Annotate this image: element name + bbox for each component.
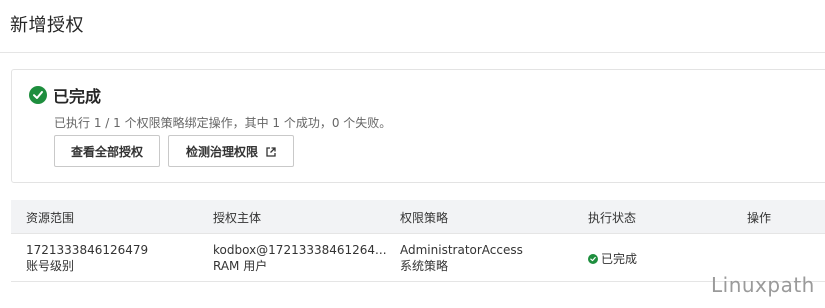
scope-level: 账号级别 [26, 259, 75, 273]
policy-cell: AdministratorAccess 系统策略 [400, 242, 523, 274]
check-governance-permissions-button[interactable]: 检测治理权限 [168, 135, 294, 167]
policy-type: 系统策略 [400, 259, 449, 273]
principal-type: RAM 用户 [213, 259, 268, 273]
page-header: 新增授权 [0, 0, 825, 53]
watermark: Linuxpath [711, 273, 815, 297]
view-all-button-label: 查看全部授权 [70, 144, 143, 159]
status-title: 已完成 [53, 87, 102, 106]
principal-name: kodbox@17213338461264... [213, 243, 387, 257]
state-label: 已完成 [601, 252, 638, 266]
state-cell: 已完成 [588, 250, 637, 267]
external-link-icon [266, 146, 276, 157]
page-title: 新增授权 [10, 15, 84, 36]
column-header-state: 执行状态 [588, 211, 637, 225]
result-card: 已完成 已执行 1 / 1 个权限策略绑定操作，其中 1 个成功，0 个失败。 … [11, 69, 825, 183]
success-check-icon [588, 253, 598, 264]
check-circle-icon [29, 86, 47, 104]
column-header-policy: 权限策略 [400, 211, 449, 225]
column-header-scope: 资源范围 [26, 211, 75, 225]
scope-id: 1721333846126479 [26, 243, 149, 257]
scope-cell: 1721333846126479 账号级别 [26, 242, 148, 274]
policy-name: AdministratorAccess [400, 243, 523, 257]
check-button-label: 检测治理权限 [185, 144, 258, 159]
table-header: 资源范围 授权主体 权限策略 执行状态 操作 [11, 200, 825, 234]
principal-cell: kodbox@17213338461264... RAM 用户 [213, 242, 387, 274]
view-all-authorizations-button[interactable]: 查看全部授权 [54, 135, 160, 167]
column-header-principal: 授权主体 [213, 211, 262, 225]
status-description: 已执行 1 / 1 个权限策略绑定操作，其中 1 个成功，0 个失败。 [54, 116, 392, 130]
table-row: 1721333846126479 账号级别 kodbox@17213338461… [11, 234, 825, 282]
column-header-action: 操作 [747, 211, 772, 225]
